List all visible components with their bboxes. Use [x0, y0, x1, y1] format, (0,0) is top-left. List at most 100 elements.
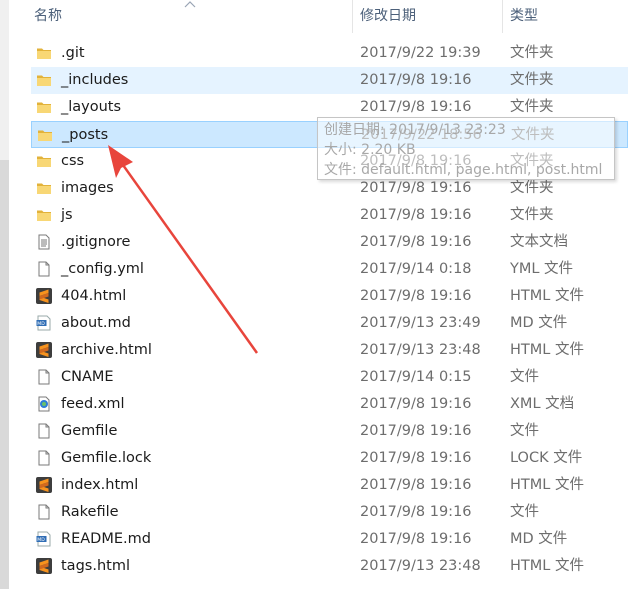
- file-date: 2017/9/13 23:48: [360, 558, 481, 574]
- file-row[interactable]: .gitignore 2017/9/8 19:16 文本文档: [31, 229, 628, 256]
- svg-text:MD: MD: [37, 321, 45, 327]
- file-date: 2017/9/13 23:48: [360, 342, 481, 358]
- file-date: 2017/9/8 19:16: [360, 504, 472, 520]
- file-date: 2017/9/14 0:15: [360, 369, 472, 385]
- markdown-icon: MD: [36, 531, 52, 547]
- file-type: 文件: [510, 369, 539, 385]
- file-row[interactable]: CNAME 2017/9/14 0:15 文件: [31, 364, 628, 391]
- tooltip-files: 文件: default.html, page.html, post.html: [324, 162, 603, 178]
- file-name: Gemfile: [61, 423, 118, 439]
- file-type: 文件夹: [510, 45, 554, 61]
- file-name: css: [61, 153, 85, 169]
- file-name: Gemfile.lock: [61, 450, 152, 466]
- file-date: 2017/9/14 0:18: [360, 261, 472, 277]
- column-name-header[interactable]: 名称: [34, 0, 62, 33]
- file-row[interactable]: index.html 2017/9/8 19:16 HTML 文件: [31, 472, 628, 499]
- file-type: HTML 文件: [510, 288, 584, 304]
- file-name: CNAME: [61, 369, 114, 385]
- file-date: 2017/9/8 19:16: [360, 477, 472, 493]
- file-type: HTML 文件: [510, 342, 584, 358]
- file-row[interactable]: js 2017/9/8 19:16 文件夹: [31, 202, 628, 229]
- file-row[interactable]: feed.xml 2017/9/8 19:16 XML 文档: [31, 391, 628, 418]
- file-date: 2017/9/8 19:16: [360, 72, 472, 88]
- sublime-icon: [36, 558, 52, 574]
- column-type-header[interactable]: 类型: [510, 0, 538, 33]
- file-row[interactable]: Gemfile.lock 2017/9/8 19:16 LOCK 文件: [31, 445, 628, 472]
- file-date: 2017/9/8 19:16: [360, 207, 472, 223]
- file-type: MD 文件: [510, 315, 568, 331]
- file-name: 404.html: [61, 288, 127, 304]
- file-name: index.html: [61, 477, 139, 493]
- folder-info-tooltip: 创建日期: 2017/9/13 23:23 大小: 2.20 KB 文件: de…: [317, 117, 615, 180]
- file-type: MD 文件: [510, 531, 568, 547]
- file-date: 2017/9/8 19:16: [360, 531, 472, 547]
- blank-file-icon: [36, 504, 52, 520]
- file-type: HTML 文件: [510, 558, 584, 574]
- file-name: .gitignore: [61, 234, 131, 250]
- xml-icon: [36, 396, 52, 412]
- sublime-icon: [36, 342, 52, 358]
- file-date: 2017/9/8 19:16: [360, 450, 472, 466]
- folder-icon: [37, 127, 53, 143]
- folder-icon: [36, 153, 52, 169]
- file-name: README.md: [61, 531, 151, 547]
- scrollbar-thumb[interactable]: [0, 160, 9, 589]
- file-type: 文本文档: [510, 234, 568, 250]
- file-type: LOCK 文件: [510, 450, 583, 466]
- file-row[interactable]: tags.html 2017/9/13 23:48 HTML 文件: [31, 553, 628, 580]
- file-type: XML 文档: [510, 396, 575, 412]
- column-date-header[interactable]: 修改日期: [360, 0, 416, 33]
- file-row[interactable]: MD about.md 2017/9/13 23:49 MD 文件: [31, 310, 628, 337]
- file-name: images: [61, 180, 114, 196]
- column-header: 名称 修改日期 类型: [0, 0, 628, 33]
- file-type: 文件: [510, 504, 539, 520]
- file-type: YML 文件: [510, 261, 574, 277]
- text-file-icon: [36, 234, 52, 250]
- column-divider[interactable]: [352, 0, 353, 33]
- file-name: tags.html: [61, 558, 130, 574]
- file-date: 2017/9/13 23:49: [360, 315, 481, 331]
- file-type: HTML 文件: [510, 477, 584, 493]
- file-name: _posts: [62, 127, 109, 143]
- file-date: 2017/9/8 19:16: [360, 396, 472, 412]
- blank-file-icon: [36, 369, 52, 385]
- file-row[interactable]: _includes 2017/9/8 19:16 文件夹: [31, 67, 628, 94]
- file-row[interactable]: MD README.md 2017/9/8 19:16 MD 文件: [31, 526, 628, 553]
- file-row[interactable]: Gemfile 2017/9/8 19:16 文件: [31, 418, 628, 445]
- folder-icon: [36, 207, 52, 223]
- file-type: 文件: [510, 423, 539, 439]
- file-row[interactable]: _config.yml 2017/9/14 0:18 YML 文件: [31, 256, 628, 283]
- file-name: js: [61, 207, 73, 223]
- file-row[interactable]: archive.html 2017/9/13 23:48 HTML 文件: [31, 337, 628, 364]
- svg-text:MD: MD: [37, 537, 45, 543]
- sublime-icon: [36, 288, 52, 304]
- file-date: 2017/9/22 19:39: [360, 45, 481, 61]
- blank-file-icon: [36, 423, 52, 439]
- file-name: feed.xml: [61, 396, 125, 412]
- file-date: 2017/9/8 19:16: [360, 423, 472, 439]
- folder-icon: [36, 180, 52, 196]
- file-type: 文件夹: [510, 207, 554, 223]
- file-name: .git: [61, 45, 85, 61]
- blank-file-icon: [36, 450, 52, 466]
- file-name: Rakefile: [61, 504, 119, 520]
- file-name: _config.yml: [61, 261, 144, 277]
- tooltip-created: 创建日期: 2017/9/13 23:23: [324, 122, 506, 138]
- file-row[interactable]: 404.html 2017/9/8 19:16 HTML 文件: [31, 283, 628, 310]
- file-date: 2017/9/8 19:16: [360, 234, 472, 250]
- tooltip-size: 大小: 2.20 KB: [324, 142, 416, 158]
- sort-ascending-icon: [184, 1, 196, 8]
- file-name: about.md: [61, 315, 131, 331]
- folder-icon: [36, 99, 52, 115]
- file-row[interactable]: .git 2017/9/22 19:39 文件夹: [31, 40, 628, 67]
- file-type: 文件夹: [510, 72, 554, 88]
- blank-file-icon: [36, 261, 52, 277]
- file-row[interactable]: Rakefile 2017/9/8 19:16 文件: [31, 499, 628, 526]
- folder-icon: [36, 72, 52, 88]
- navigation-pane-edge: [0, 0, 9, 589]
- file-date: 2017/9/8 19:16: [360, 288, 472, 304]
- file-name: _layouts: [61, 99, 122, 115]
- column-divider[interactable]: [502, 0, 503, 33]
- folder-icon: [36, 45, 52, 61]
- file-name: archive.html: [61, 342, 152, 358]
